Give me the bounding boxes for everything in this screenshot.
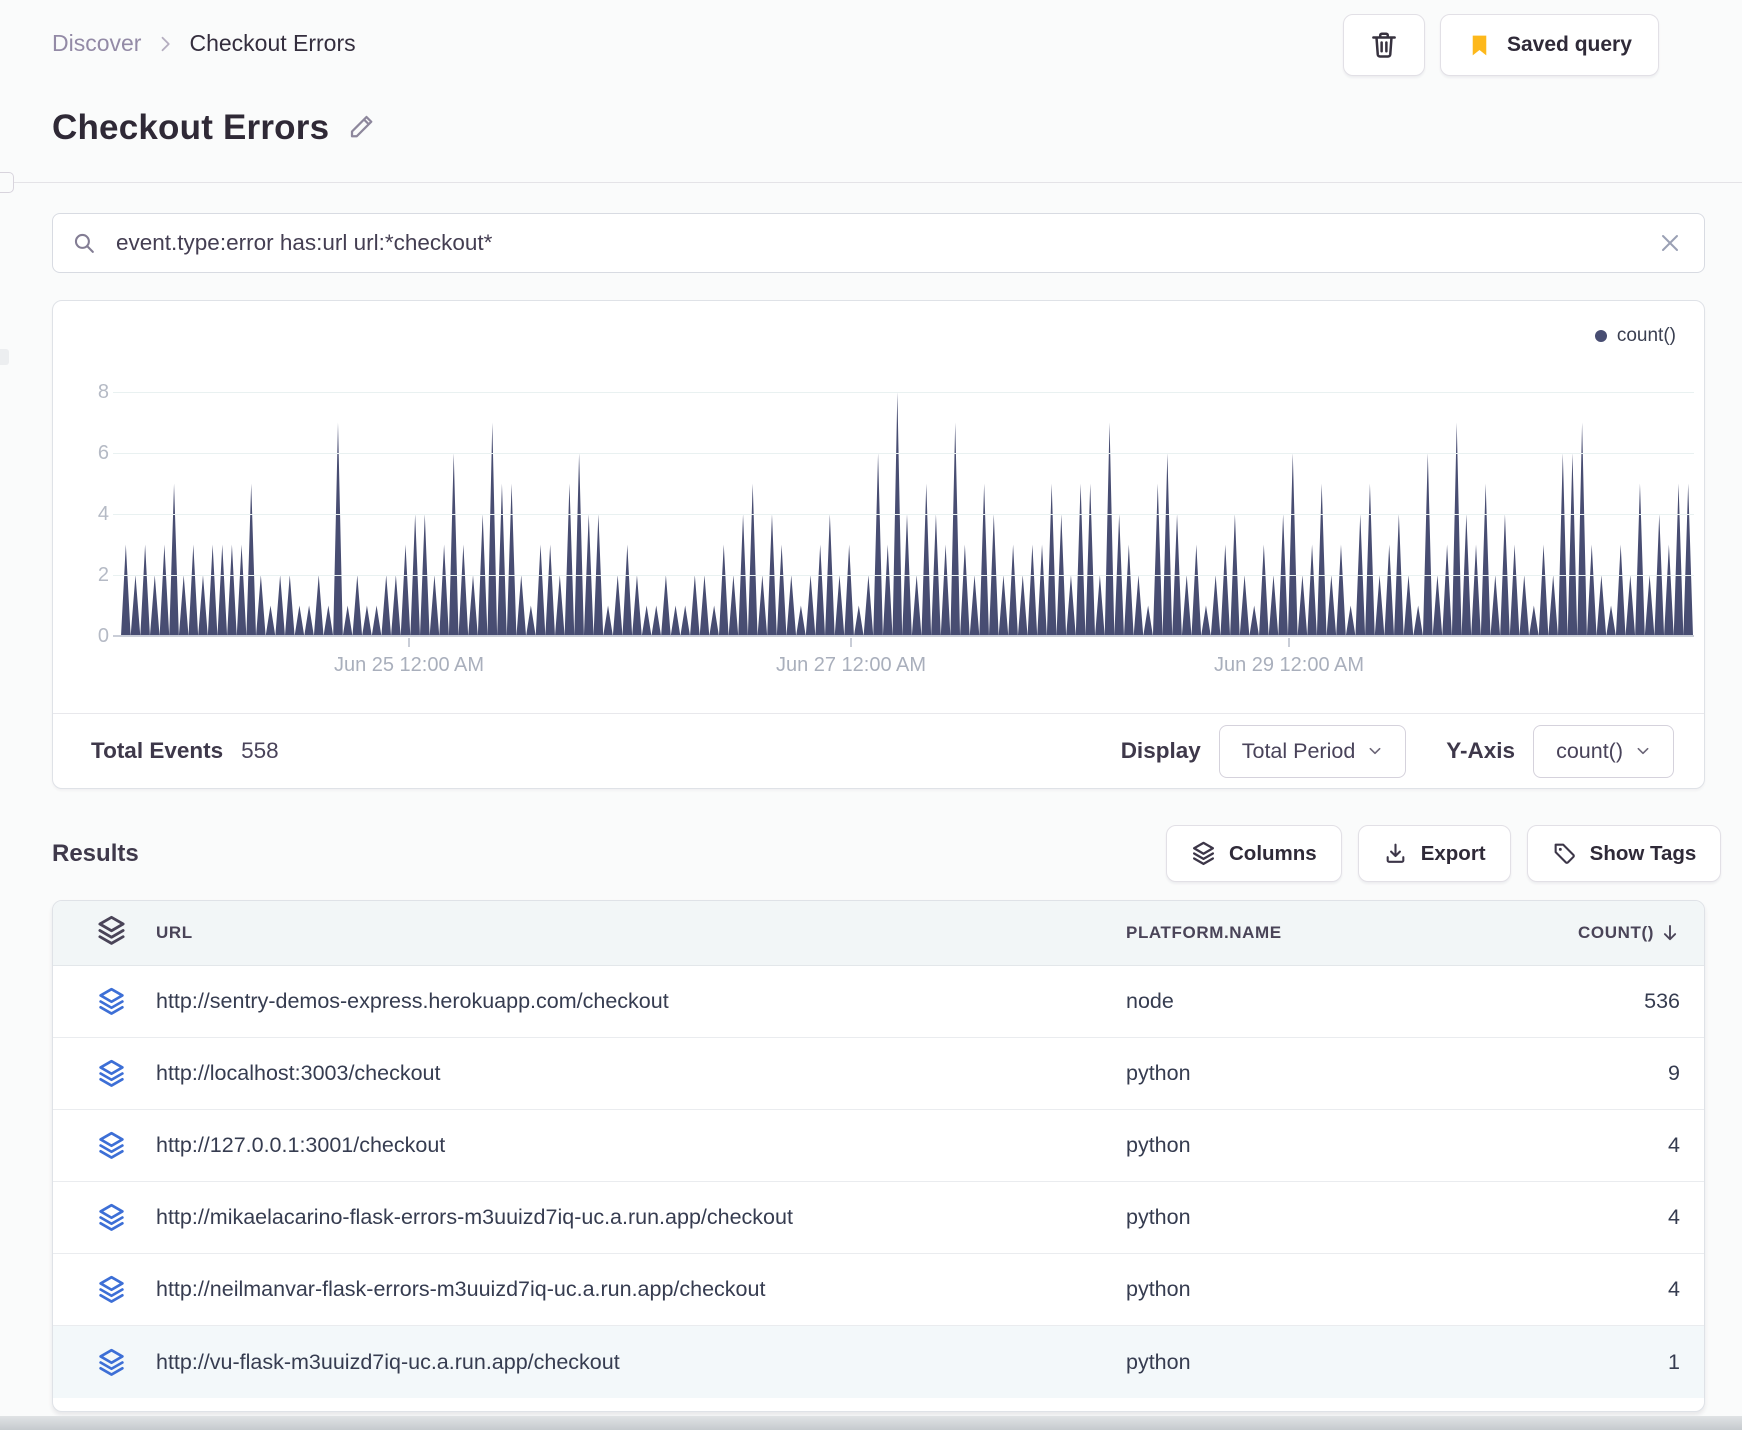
clear-search-icon[interactable] — [1658, 231, 1682, 260]
breadcrumb-current: Checkout Errors — [189, 30, 356, 56]
edit-title-icon[interactable] — [347, 111, 377, 146]
download-icon — [1383, 841, 1408, 866]
row-platform: python — [1126, 1061, 1191, 1085]
table-row[interactable]: http://127.0.0.1:3001/checkout python 4 — [53, 1110, 1704, 1182]
results-actions: Columns Export Show Tags — [1166, 825, 1722, 882]
table-row[interactable]: http://neilmanvar-flask-errors-m3uuizd7i… — [53, 1254, 1704, 1326]
display-dropdown[interactable]: Total Period — [1218, 724, 1407, 778]
row-count: 1 — [1668, 1349, 1680, 1374]
x-axis-tick — [1288, 638, 1290, 647]
row-url[interactable]: http://neilmanvar-flask-errors-m3uuizd7i… — [156, 1277, 1126, 1302]
y-axis-tick-label: 0 — [97, 625, 109, 647]
stack-icon[interactable] — [97, 1131, 156, 1160]
table-row[interactable]: http://localhost:3003/checkout python 9 — [53, 1038, 1704, 1110]
gridline — [113, 452, 1694, 454]
table-row[interactable]: http://mikaelacarino-flask-errors-m3uuiz… — [53, 1182, 1704, 1254]
delete-query-button[interactable] — [1343, 14, 1425, 76]
row-url[interactable]: http://sentry-demos-express.herokuapp.co… — [156, 989, 1126, 1014]
show-tags-button[interactable]: Show Tags — [1526, 825, 1722, 882]
column-header-count[interactable]: COUNT() — [1556, 923, 1680, 943]
column-header-platform[interactable]: PLATFORM.NAME — [1126, 923, 1556, 943]
row-url[interactable]: http://mikaelacarino-flask-errors-m3uuiz… — [156, 1205, 1126, 1230]
row-count: 4 — [1668, 1277, 1680, 1301]
chevron-down-icon — [1635, 740, 1651, 765]
display-label: Display — [1120, 738, 1201, 763]
header-actions: Saved query — [1343, 14, 1659, 76]
row-count: 4 — [1668, 1205, 1680, 1229]
page-title: Checkout Errors — [52, 108, 330, 147]
breadcrumb-discover[interactable]: Discover — [52, 30, 141, 57]
total-events-value: 558 — [241, 738, 279, 763]
y-axis-tick-label: 4 — [97, 503, 109, 525]
gridline — [113, 391, 1694, 393]
search-icon — [72, 231, 97, 261]
gridline — [113, 574, 1694, 576]
stack-icon[interactable] — [97, 1348, 156, 1377]
y-axis-tick-label: 8 — [97, 381, 109, 403]
y-axis-tick-label: 6 — [97, 442, 109, 464]
chart-panel: count() 0 2 4 6 8 Jun 25 12:00 AM Jun 27 12:00… — [52, 300, 1705, 789]
x-axis-tick-label: Jun 29 12:00 AM — [1213, 654, 1365, 676]
y-axis-tick-label: 2 — [97, 564, 109, 586]
row-count: 9 — [1668, 1061, 1680, 1085]
row-platform: python — [1126, 1205, 1191, 1229]
x-axis-tick-label: Jun 27 12:00 AM — [775, 654, 927, 676]
yaxis-value: count() — [1556, 738, 1623, 763]
results-table: URL PLATFORM.NAME COUNT() http://sentry-… — [52, 900, 1705, 1412]
search-bar — [52, 213, 1705, 273]
table-body: http://sentry-demos-express.herokuapp.co… — [53, 966, 1704, 1398]
stack-icon[interactable] — [97, 987, 156, 1016]
row-platform: python — [1126, 1349, 1191, 1374]
saved-query-label: Saved query — [1507, 33, 1632, 56]
row-url[interactable]: http://localhost:3003/checkout — [156, 1061, 1126, 1086]
columns-label: Columns — [1229, 841, 1317, 865]
stack-icon[interactable] — [96, 915, 156, 951]
total-events-label: Total Events — [91, 738, 224, 763]
show-tags-label: Show Tags — [1589, 841, 1697, 865]
divider — [0, 182, 1742, 183]
row-count: 4 — [1668, 1133, 1680, 1157]
x-axis-tick-label: Jun 25 12:00 AM — [333, 654, 485, 676]
edge-marker — [0, 349, 9, 365]
tag-icon — [1552, 841, 1577, 866]
saved-query-button[interactable]: Saved query — [1440, 14, 1659, 76]
row-count: 536 — [1644, 989, 1680, 1013]
trash-icon — [1369, 30, 1399, 60]
yaxis-dropdown[interactable]: count() — [1533, 724, 1674, 778]
row-url[interactable]: http://vu-flask-m3uuizd7iq-uc.a.run.app/… — [156, 1350, 1126, 1375]
sort-descending-icon — [1660, 923, 1680, 943]
x-axis-tick — [850, 638, 852, 647]
columns-button[interactable]: Columns — [1166, 825, 1342, 882]
table-row[interactable]: http://sentry-demos-express.herokuapp.co… — [53, 966, 1704, 1038]
bottom-scroll-edge — [0, 1416, 1742, 1430]
sidebar-collapse-handle[interactable] — [0, 172, 14, 193]
row-platform: python — [1126, 1133, 1191, 1157]
x-axis-line — [113, 635, 1694, 637]
stack-icon[interactable] — [97, 1059, 156, 1088]
display-value: Total Period — [1241, 738, 1356, 763]
breadcrumb: Discover Checkout Errors — [52, 30, 356, 57]
layers-icon — [1191, 841, 1216, 866]
results-heading: Results — [52, 840, 139, 867]
table-row[interactable]: http://vu-flask-m3uuizd7iq-uc.a.run.app/… — [53, 1326, 1704, 1398]
stack-icon[interactable] — [97, 1275, 156, 1304]
row-platform: node — [1126, 989, 1174, 1013]
search-input[interactable] — [53, 214, 1704, 272]
discover-page: Discover Checkout Errors Saved query Che… — [0, 0, 1742, 1430]
chart-footer: Total Events 558 Display Total Period Y-… — [53, 713, 1704, 788]
bookmark-icon — [1467, 33, 1492, 58]
column-header-url[interactable]: URL — [156, 923, 1126, 943]
chevron-right-icon — [155, 34, 175, 54]
stack-icon[interactable] — [97, 1203, 156, 1232]
row-url[interactable]: http://127.0.0.1:3001/checkout — [156, 1133, 1126, 1158]
row-platform: python — [1126, 1277, 1191, 1301]
gridline — [113, 513, 1694, 515]
export-label: Export — [1420, 841, 1486, 865]
table-header: URL PLATFORM.NAME COUNT() — [53, 901, 1704, 966]
export-button[interactable]: Export — [1357, 825, 1511, 882]
yaxis-label: Y-Axis — [1446, 738, 1516, 763]
x-axis-tick — [408, 638, 410, 647]
chevron-down-icon — [1367, 740, 1383, 765]
